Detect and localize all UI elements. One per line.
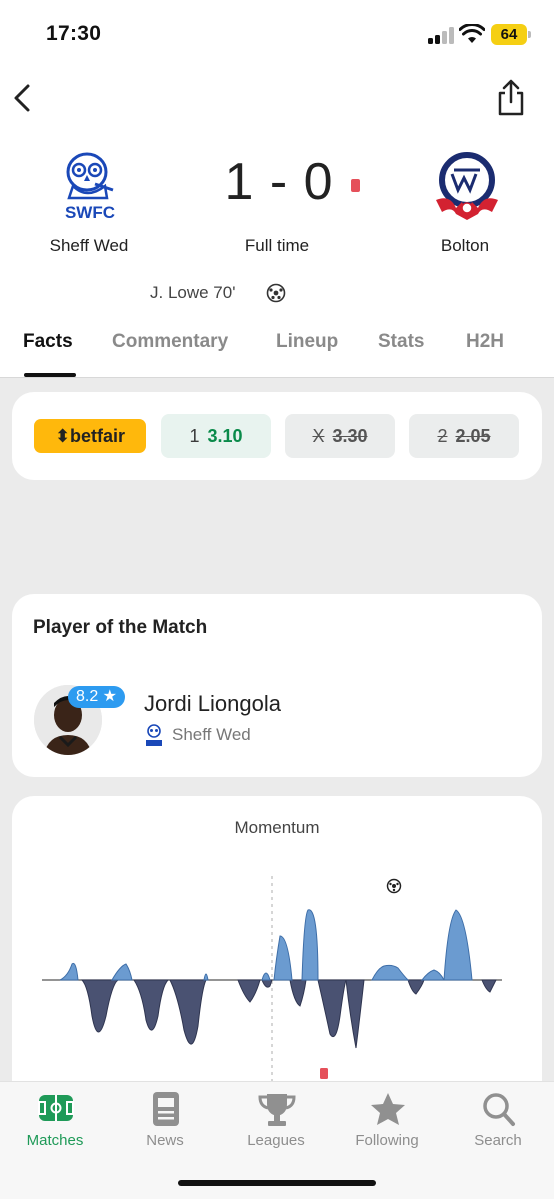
bolton-crest-icon[interactable] [432, 150, 502, 226]
nav-search[interactable]: Search [443, 1082, 553, 1162]
odds-card: ⬍betfair 1 3.10 X 3.30 2 2.05 [12, 392, 542, 480]
nav-leagues[interactable]: Leagues [221, 1082, 331, 1162]
news-icon [153, 1092, 179, 1126]
score: 1 - 0 [224, 153, 334, 211]
status-time: 17:30 [46, 22, 102, 45]
nav-label: Leagues [247, 1132, 305, 1149]
odds-home-button[interactable]: 1 3.10 [161, 414, 271, 458]
betfair-brand: betfair [70, 426, 126, 446]
odds-label: 1 [189, 426, 200, 446]
star-icon [371, 1093, 405, 1125]
player-rating-badge: 8.2 ★ [68, 686, 125, 708]
battery-tip [528, 31, 531, 38]
momentum-title: Momentum [234, 818, 320, 837]
odds-away-button[interactable]: 2 2.05 [409, 414, 519, 458]
nav-following[interactable]: Following [332, 1082, 442, 1162]
odds-draw-button[interactable]: X 3.30 [285, 414, 395, 458]
home-crest-text: SWFC [65, 203, 115, 222]
tab-lineup[interactable]: Lineup [276, 331, 338, 353]
player-of-match-card[interactable]: Player of the Match 8.2 ★ Jordi Liongola… [12, 594, 542, 777]
away-team-name[interactable]: Bolton [385, 236, 545, 256]
tab-stats[interactable]: Stats [378, 331, 424, 353]
nav-label: News [146, 1132, 184, 1149]
home-team-name[interactable]: Sheff Wed [9, 236, 169, 256]
tab-facts[interactable]: Facts [23, 331, 73, 353]
cellular-signal-icon [428, 26, 454, 44]
tab-h2h[interactable]: H2H [466, 331, 504, 353]
player-team: Sheff Wed [172, 725, 251, 744]
sheff-wed-small-crest-icon [146, 724, 162, 746]
red-card-marker-icon [320, 1068, 328, 1079]
battery-level: 64 [491, 24, 527, 45]
goal-scorer[interactable]: J. Lowe 70' [150, 283, 235, 303]
momentum-card: Momentum [12, 796, 542, 1116]
goal-marker-icon [386, 878, 402, 894]
football-icon [266, 283, 286, 303]
home-momentum-area [59, 909, 473, 981]
betfair-button[interactable]: ⬍betfair [34, 419, 146, 453]
betfair-logo-icon: ⬍ [54, 426, 71, 446]
odds-value: 2.05 [455, 426, 491, 446]
home-indicator[interactable] [178, 1180, 376, 1186]
share-button[interactable] [494, 78, 528, 118]
sheff-wed-crest-icon[interactable]: SWFC [55, 150, 125, 226]
nav-label: Search [474, 1132, 522, 1149]
potm-title: Player of the Match [33, 617, 208, 638]
star-icon: ★ [102, 688, 118, 705]
nav-label: Following [355, 1132, 419, 1149]
trophy-icon [258, 1094, 296, 1126]
momentum-chart [42, 876, 502, 1116]
odds-value: 3.10 [207, 426, 243, 446]
nav-matches[interactable]: Matches [0, 1082, 110, 1162]
red-card-icon [351, 179, 360, 192]
tab-commentary[interactable]: Commentary [112, 331, 228, 353]
pitch-icon [38, 1095, 74, 1121]
nav-label: Matches [26, 1132, 84, 1149]
nav-news[interactable]: News [110, 1082, 220, 1162]
match-header: 17:30 64 SWFC Sheff Wed 1 - 0 Full time [0, 0, 554, 378]
player-name[interactable]: Jordi Liongola [144, 691, 281, 717]
player-rating: 8.2 [75, 688, 99, 705]
odds-label: 2 [437, 426, 448, 446]
search-icon [483, 1093, 515, 1126]
back-button[interactable] [8, 80, 42, 116]
odds-value: 3.30 [332, 426, 368, 446]
tab-divider [0, 377, 554, 378]
match-status: Full time [244, 236, 310, 255]
away-momentum-area [80, 979, 497, 1049]
wifi-icon [459, 24, 485, 43]
odds-label: X [312, 426, 325, 446]
